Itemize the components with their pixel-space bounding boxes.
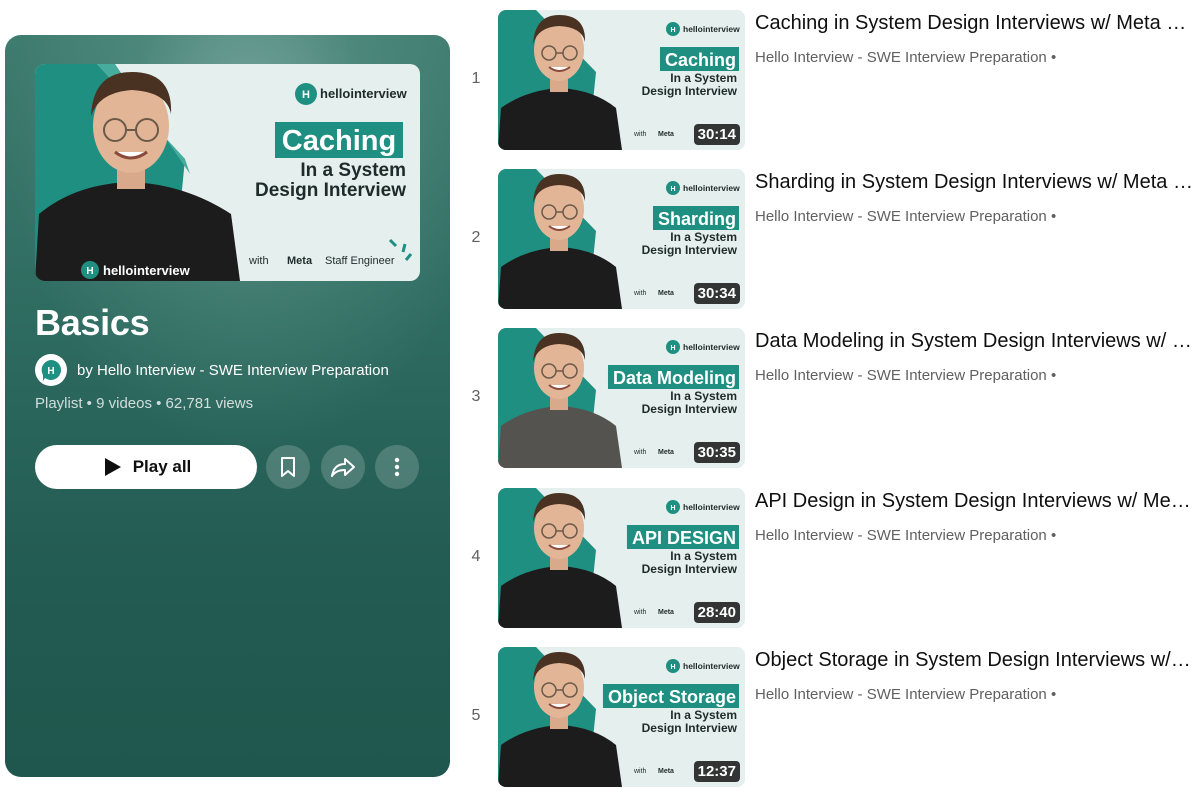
hero-line3: Design Interview: [255, 180, 406, 201]
svg-text:Design Interview: Design Interview: [642, 402, 738, 416]
playlist-video-row[interactable]: 5 H hellointerview Object Storage In a S…: [460, 647, 1200, 787]
video-channel[interactable]: Hello Interview - SWE Interview Preparat…: [755, 49, 1056, 66]
share-button[interactable]: [321, 445, 365, 489]
svg-text:with: with: [633, 131, 647, 138]
playlist-owner[interactable]: H by Hello Interview - SWE Interview Pre…: [35, 354, 389, 386]
hero-meta: Meta: [287, 255, 313, 267]
video-index: 4: [471, 548, 481, 565]
video-title[interactable]: Caching in System Design Interviews w/ M…: [755, 12, 1195, 35]
playlist-video-row[interactable]: 1 H hellointerview Caching In a System D: [460, 10, 1200, 150]
svg-text:Meta: Meta: [658, 449, 674, 456]
video-duration: 28:40: [693, 602, 740, 623]
svg-text:with: with: [633, 290, 647, 297]
playlist-header-panel: H hellointerview H hellointerview Cachin…: [5, 35, 450, 777]
more-actions-button[interactable]: [375, 445, 419, 489]
svg-text:Data Modeling: Data Modeling: [613, 368, 736, 388]
video-title[interactable]: Sharding in System Design Interviews w/ …: [755, 171, 1195, 194]
svg-text:Caching: Caching: [665, 50, 736, 70]
svg-text:Meta: Meta: [658, 131, 674, 138]
playlist-thumbnail-image: H hellointerview H hellointerview Cachin…: [35, 64, 420, 281]
video-channel[interactable]: Hello Interview - SWE Interview Preparat…: [755, 527, 1056, 544]
play-all-label: Play all: [132, 457, 192, 476]
svg-text:H: H: [670, 186, 675, 193]
svg-text:H: H: [670, 505, 675, 512]
owner-name[interactable]: by Hello Interview - SWE Interview Prepa…: [77, 362, 389, 379]
svg-text:In a System: In a System: [670, 708, 737, 722]
more-vert-icon: [394, 457, 400, 477]
hero-line2: In a System: [300, 160, 406, 181]
svg-text:hellointerview: hellointerview: [683, 661, 740, 671]
svg-text:with: with: [633, 768, 647, 775]
playlist-title: Basics: [35, 302, 150, 343]
video-thumbnail[interactable]: H hellointerview Caching In a System Des…: [498, 10, 745, 150]
hero-topic: Caching: [282, 125, 396, 157]
svg-text:hellointerview: hellointerview: [683, 502, 740, 512]
video-duration: 30:14: [693, 124, 740, 145]
video-index: 3: [471, 388, 481, 405]
svg-text:In a System: In a System: [670, 230, 737, 244]
svg-text:Design Interview: Design Interview: [642, 84, 738, 98]
svg-text:H: H: [670, 27, 675, 34]
svg-text:hellointerview: hellointerview: [683, 342, 740, 352]
hero-brand: hellointerview: [320, 86, 408, 101]
svg-text:In a System: In a System: [670, 71, 737, 85]
video-channel[interactable]: Hello Interview - SWE Interview Preparat…: [755, 367, 1056, 384]
video-duration: 30:34: [693, 283, 740, 304]
svg-text:Meta: Meta: [658, 768, 674, 775]
play-all-button[interactable]: Play all: [35, 445, 257, 489]
svg-text:Design Interview: Design Interview: [642, 243, 738, 257]
save-button[interactable]: [266, 445, 310, 489]
video-index: 1: [471, 70, 481, 87]
svg-text:H: H: [670, 664, 675, 671]
playlist-video-row[interactable]: 4 H hellointerview API DESIGN In a Syste…: [460, 488, 1200, 628]
playlist-video-row[interactable]: 3 H hellointerview Data Modeling In a Sy…: [460, 328, 1200, 468]
svg-text:H: H: [302, 89, 310, 101]
video-title[interactable]: API Design in System Design Interviews w…: [755, 490, 1195, 513]
svg-text:Sharding: Sharding: [658, 209, 736, 229]
video-title[interactable]: Data Modeling in System Design Interview…: [755, 330, 1195, 353]
bookmark-icon: [281, 457, 295, 477]
svg-text:with: with: [633, 449, 647, 456]
playlist-stats: Playlist • 9 videos • 62,781 views: [35, 395, 254, 412]
hero-shirt-brand: hellointerview: [103, 263, 191, 278]
svg-text:Design Interview: Design Interview: [642, 562, 738, 576]
hero-with: with: [248, 255, 269, 267]
video-duration: 12:37: [693, 761, 740, 782]
share-icon: [331, 458, 355, 477]
svg-text:H: H: [670, 345, 675, 352]
hero-role: Staff Engineer: [325, 255, 395, 267]
video-thumbnail[interactable]: H hellointerview Sharding In a System De…: [498, 169, 745, 309]
svg-text:Meta: Meta: [658, 290, 674, 297]
video-index: 5: [471, 707, 481, 724]
video-channel[interactable]: Hello Interview - SWE Interview Preparat…: [755, 208, 1056, 225]
video-index: 2: [471, 229, 481, 246]
svg-text:In a System: In a System: [670, 549, 737, 563]
video-thumbnail[interactable]: H hellointerview Object Storage In a Sys…: [498, 647, 745, 787]
svg-text:In a System: In a System: [670, 389, 737, 403]
avatar[interactable]: H: [35, 354, 67, 386]
playlist-video-row[interactable]: 2 H hellointerview Sharding In a System: [460, 169, 1200, 309]
svg-text:Design Interview: Design Interview: [642, 721, 738, 735]
svg-text:Meta: Meta: [658, 609, 674, 616]
playlist-thumbnail[interactable]: H hellointerview H hellointerview Cachin…: [35, 64, 420, 281]
video-thumbnail[interactable]: H hellointerview Data Modeling In a Syst…: [498, 328, 745, 468]
svg-text:H: H: [47, 366, 54, 377]
svg-text:H: H: [86, 266, 93, 277]
video-duration: 30:35: [693, 442, 740, 463]
svg-text:with: with: [633, 609, 647, 616]
svg-text:hellointerview: hellointerview: [683, 24, 740, 34]
svg-text:hellointerview: hellointerview: [683, 183, 740, 193]
video-thumbnail[interactable]: H hellointerview API DESIGN In a System …: [498, 488, 745, 628]
svg-text:API DESIGN: API DESIGN: [632, 528, 736, 548]
video-channel[interactable]: Hello Interview - SWE Interview Preparat…: [755, 686, 1056, 703]
play-icon: [104, 458, 121, 476]
svg-text:Object Storage: Object Storage: [608, 687, 736, 707]
video-title[interactable]: Object Storage in System Design Intervie…: [755, 649, 1195, 672]
hello-interview-logo-icon: H: [41, 360, 61, 381]
